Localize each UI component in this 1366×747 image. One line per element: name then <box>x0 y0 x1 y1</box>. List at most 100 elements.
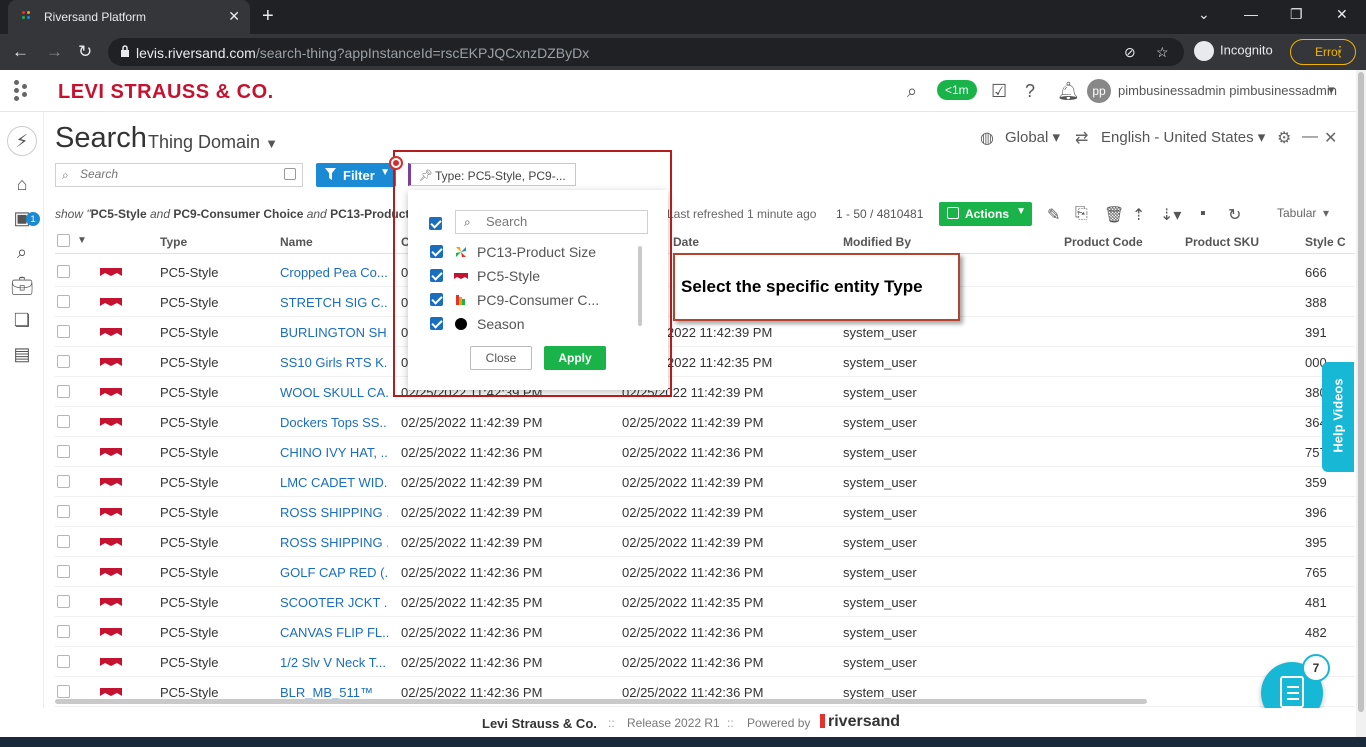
back-icon[interactable]: ← <box>12 42 29 62</box>
row-checkbox[interactable] <box>57 475 70 488</box>
table-row[interactable]: PC5-Style ROSS SHIPPING ... 02/25/2022 11:… <box>55 497 1355 527</box>
forward-icon[interactable]: → <box>46 42 63 62</box>
row-checkbox[interactable] <box>57 415 70 428</box>
row-checkbox[interactable] <box>57 325 70 338</box>
table-row[interactable]: PC5-Style ROSS SHIPPING ... 02/25/2022 11:… <box>55 527 1355 557</box>
row-checkbox[interactable] <box>57 385 70 398</box>
col-modified-by[interactable]: Modified By <box>843 235 911 249</box>
table-row[interactable]: PC5-Style GOLF CAP RED (... 02/25/2022 11:… <box>55 557 1355 587</box>
help-videos-tab[interactable]: Help Videos <box>1322 362 1354 472</box>
table-row[interactable]: PC5-Style 1/2 Slv V Neck T... 02/25/2022 1… <box>55 647 1355 677</box>
minimize-icon[interactable]: — <box>1244 6 1258 22</box>
cell-name[interactable]: SCOOTER JCKT ... <box>280 595 388 610</box>
cell-name[interactable]: ROSS SHIPPING ... <box>280 505 388 520</box>
search-nav-icon[interactable]: ⌕ <box>10 242 34 266</box>
row-checkbox[interactable] <box>57 685 70 698</box>
table-row[interactable]: PC5-Style Dockers Tops SS... 02/25/2022 11… <box>55 407 1355 437</box>
bell-icon[interactable]: 🔔︎ <box>1057 81 1080 102</box>
cell-name[interactable]: CHINO IVY HAT, ... <box>280 445 388 460</box>
bulk-edit-icon[interactable]: ✎ <box>1047 205 1060 225</box>
row-checkbox[interactable] <box>57 355 70 368</box>
home-icon[interactable]: ⌂ <box>10 174 34 198</box>
cell-name[interactable]: 1/2 Slv V Neck T... <box>280 655 388 670</box>
col-product-sku[interactable]: Product SKU <box>1185 235 1259 249</box>
caret-down-icon[interactable]: ▼ <box>77 235 87 246</box>
locale-selector[interactable]: English - United States ▾ <box>1101 128 1265 146</box>
cell-name[interactable]: BLR_MB_511™ <box>280 685 388 700</box>
actions-button[interactable]: Actions ▼ <box>939 202 1032 226</box>
book-icon[interactable]: ❏ <box>10 310 34 334</box>
gear-icon[interactable]: ⚙ <box>1277 128 1291 148</box>
chevron-down-icon[interactable]: ▾ <box>1328 82 1335 98</box>
table-row[interactable]: PC5-Style WOOL SKULL CA... 02/25/2022 11:4… <box>55 377 1355 407</box>
row-checkbox[interactable] <box>57 445 70 458</box>
cell-name[interactable]: ROSS SHIPPING ... <box>280 535 388 550</box>
col-product-code[interactable]: Product Code <box>1064 235 1143 249</box>
briefcase-icon[interactable]: 💼︎ <box>10 276 34 300</box>
col-style-code[interactable]: Style C <box>1305 235 1346 249</box>
table-row[interactable]: PC5-Style BURLINGTON SH... 0 2022 11:42:39 … <box>55 317 1355 347</box>
table-row[interactable]: PC5-Style CHINO IVY HAT, ... 02/25/2022 11… <box>55 437 1355 467</box>
table-row[interactable]: PC5-Style SS10 Girls RTS K... 0 2022 11:42:… <box>55 347 1355 377</box>
cell-name[interactable]: BURLINGTON SH... <box>280 325 388 340</box>
chart-icon[interactable]: ▤ <box>10 344 34 368</box>
delete-icon[interactable]: 🗑︎ <box>1104 205 1124 225</box>
tasks-check-icon[interactable]: ☑ <box>991 81 1007 102</box>
filter-button[interactable]: Filter ▼ <box>316 163 396 187</box>
cell-name[interactable]: Dockers Tops SS... <box>280 415 388 430</box>
cell-name[interactable]: SS10 Girls RTS K... <box>280 355 388 370</box>
row-checkbox[interactable] <box>57 295 70 308</box>
row-checkbox[interactable] <box>57 535 70 548</box>
clipboard-icon[interactable]: ⎘ <box>1075 205 1088 223</box>
close-panel-icon[interactable]: ✕ <box>1324 128 1337 148</box>
cell-name[interactable]: WOOL SKULL CA... <box>280 385 388 400</box>
col-type[interactable]: Type <box>160 235 187 249</box>
tab-search-icon[interactable]: ⌄ <box>1198 6 1210 23</box>
cell-name[interactable]: GOLF CAP RED (... <box>280 565 388 580</box>
browser-tab[interactable]: Riversand Platform ✕ <box>8 0 250 34</box>
app-launcher-icon[interactable] <box>14 80 30 102</box>
row-checkbox[interactable] <box>57 265 70 278</box>
cell-name[interactable]: STRETCH SIG C... <box>280 295 388 310</box>
username[interactable]: pimbusinessadmin pimbusinessadmin <box>1118 83 1337 98</box>
row-checkbox[interactable] <box>57 655 70 668</box>
save-icon[interactable]: ▪ <box>1200 205 1206 223</box>
row-checkbox[interactable] <box>57 565 70 578</box>
table-row[interactable]: PC5-Style CANVAS FLIP FL... 02/25/2022 11:… <box>55 617 1355 647</box>
context-selector[interactable]: Global ▾ <box>1005 128 1060 146</box>
window-close-icon[interactable]: ✕ <box>1336 6 1348 23</box>
search-input[interactable] <box>80 167 280 181</box>
avatar[interactable]: pp <box>1087 79 1111 103</box>
table-row[interactable]: PC5-Style LMC CADET WID... 02/25/2022 11:4… <box>55 467 1355 497</box>
minimize-panel-icon[interactable]: — <box>1302 128 1318 146</box>
cell-name[interactable]: CANVAS FLIP FL... <box>280 625 388 640</box>
lightning-icon[interactable]: ⚡︎ <box>7 126 37 156</box>
reload-icon[interactable]: ↻ <box>78 42 92 62</box>
tab-close-icon[interactable]: ✕ <box>228 8 240 25</box>
new-tab-icon[interactable]: + <box>262 5 274 28</box>
eye-off-icon[interactable]: ⊘ <box>1124 44 1136 61</box>
row-checkbox[interactable] <box>57 505 70 518</box>
error-button[interactable]: Error ⋮ <box>1290 39 1356 65</box>
address-bar[interactable]: levis.riversand.com/search-thing?appInst… <box>108 38 1184 66</box>
select-all-checkbox[interactable] <box>57 234 70 247</box>
refresh-badge[interactable]: <1m <box>937 80 977 100</box>
camera-icon[interactable] <box>284 168 296 180</box>
upload-icon[interactable]: ⇡ <box>1132 205 1145 225</box>
cell-name[interactable]: Cropped Pea Co... <box>280 265 388 280</box>
refresh-icon[interactable]: ↻ <box>1228 205 1241 225</box>
table-row[interactable]: PC5-Style SCOOTER JCKT ... 02/25/2022 11:4… <box>55 587 1355 617</box>
vertical-scrollbar[interactable] <box>1356 70 1366 737</box>
domain-selector[interactable]: Thing Domain ▼ <box>148 132 278 153</box>
restore-icon[interactable]: ❐ <box>1290 6 1303 23</box>
bookmark-star-icon[interactable]: ☆ <box>1156 44 1169 61</box>
col-name[interactable]: Name <box>280 235 313 249</box>
horizontal-scrollbar[interactable] <box>55 699 1147 704</box>
col-modified-date[interactable]: Date <box>673 235 699 249</box>
incognito-indicator[interactable]: Incognito <box>1194 41 1273 61</box>
row-checkbox[interactable] <box>57 595 70 608</box>
download-icon[interactable]: ⇣▾ <box>1160 205 1181 225</box>
row-checkbox[interactable] <box>57 625 70 638</box>
search-field[interactable]: ⌕ <box>55 163 303 187</box>
search-icon[interactable]: ⌕ <box>907 81 917 102</box>
